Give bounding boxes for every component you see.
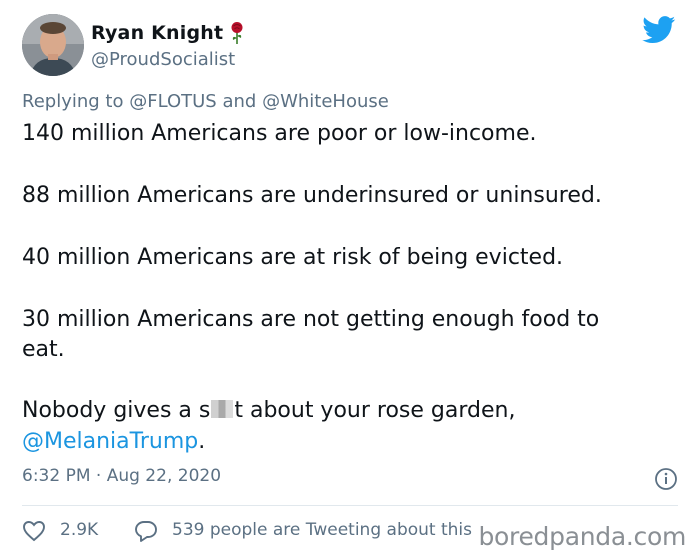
- display-name[interactable]: Ryan Knight: [91, 22, 223, 44]
- tweeting-about-link[interactable]: 539 people are Tweeting about this: [172, 520, 472, 540]
- censor-blur: [211, 400, 234, 418]
- tweet-line-5-start: Nobody gives a s: [22, 398, 211, 423]
- end-punctuation: .: [198, 429, 206, 454]
- replying-conjunction: and: [222, 91, 257, 112]
- tweet-timestamp[interactable]: 6:32 PM · Aug 22, 2020: [22, 466, 221, 486]
- mention-flotus[interactable]: @FLOTUS: [129, 91, 217, 112]
- tweet-line-4b: eat.: [22, 337, 65, 362]
- name-row: Ryan Knight: [91, 21, 245, 45]
- rose-icon: [229, 21, 245, 45]
- tweet-line-3: 40 million Americans are at risk of bein…: [22, 245, 564, 270]
- mention-whitehouse[interactable]: @WhiteHouse: [262, 91, 389, 112]
- watermark: boredpanda.com: [478, 522, 686, 551]
- twitter-bird-icon[interactable]: [642, 16, 676, 44]
- tweet-line-1: 140 million Americans are poor or low-in…: [22, 121, 537, 146]
- replying-prefix: Replying to: [22, 91, 124, 112]
- replying-to: Replying to @FLOTUS and @WhiteHouse: [22, 91, 389, 112]
- avatar[interactable]: [22, 14, 84, 76]
- tweet-line-5-end: t about your rose garden,: [234, 398, 516, 423]
- tweet-line-2: 88 million Americans are underinsured or…: [22, 183, 602, 208]
- mention-melaniatrump[interactable]: @MelaniaTrump: [22, 429, 198, 454]
- info-icon[interactable]: [654, 467, 678, 491]
- user-handle[interactable]: @ProudSocialist: [91, 49, 235, 70]
- reply-bubble-icon[interactable]: [134, 520, 158, 542]
- heart-icon[interactable]: [22, 520, 46, 542]
- tweet-line-5: Nobody gives a s t about your rose garden…: [22, 395, 515, 426]
- tweet-card: Ryan Knight @ProudSocialist Replying to …: [0, 0, 700, 559]
- tweet-line-6: @MelaniaTrump.: [22, 426, 205, 457]
- tweet-line-4a: 30 million Americans are not getting eno…: [22, 307, 600, 332]
- tweet-header: Ryan Knight @ProudSocialist: [22, 14, 682, 78]
- like-count[interactable]: 2.9K: [60, 520, 98, 540]
- divider: [22, 505, 678, 506]
